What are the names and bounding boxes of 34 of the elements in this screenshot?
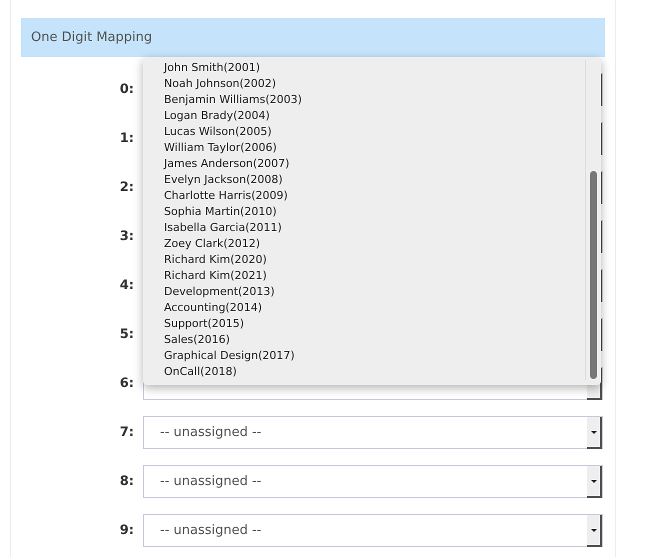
digit-label: 0: — [120, 82, 134, 97]
dropdown-option[interactable]: James Anderson(2007) — [143, 156, 290, 172]
dropdown-option[interactable]: Lucas Wilson(2005) — [143, 124, 272, 140]
dropdown-option[interactable]: Richard Kim(2020) — [143, 252, 267, 268]
dropdown-option[interactable]: Support(2015) — [143, 316, 244, 332]
dropdown-option[interactable]: Graphical Design(2017) — [143, 348, 295, 364]
assignment-select[interactable]: -- unassigned -- — [143, 416, 603, 449]
dropdown-option[interactable]: Sales(2016) — [143, 332, 230, 348]
dropdown-option[interactable]: Zoey Clark(2012) — [143, 236, 260, 252]
dropdown-option[interactable]: Benjamin Williams(2003) — [143, 92, 302, 108]
dropdown-option[interactable]: Evelyn Jackson(2008) — [143, 172, 283, 188]
dropdown-option[interactable]: Development(2013) — [143, 284, 275, 300]
digit-label: 2: — [120, 180, 134, 195]
digit-label: 3: — [120, 229, 134, 244]
dropdown-option[interactable]: Sophia Martin(2010) — [143, 204, 277, 220]
digit-label: 1: — [120, 131, 134, 146]
digit-label: 6: — [120, 376, 134, 391]
dropdown-option[interactable]: Logan Brady(2004) — [143, 108, 270, 124]
dropdown-option[interactable]: Accounting(2014) — [143, 300, 262, 316]
digit-label: 8: — [120, 474, 134, 489]
dropdown-option[interactable]: Richard Kim(2021) — [143, 268, 267, 284]
dropdown-option[interactable]: Noah Johnson(2002) — [143, 76, 276, 92]
assignment-select[interactable]: -- unassigned -- — [143, 514, 603, 547]
dropdown-option[interactable]: John Smith(2001) — [143, 60, 260, 76]
dropdown-option[interactable]: Isabella Garcia(2011) — [143, 220, 282, 236]
digit-label: 4: — [120, 278, 134, 293]
assignment-select[interactable]: -- unassigned -- — [143, 465, 603, 498]
dropdown-option[interactable]: Charlotte Harris(2009) — [143, 188, 288, 204]
digit-label: 9: — [120, 523, 134, 538]
dropdown-option[interactable]: William Taylor(2006) — [143, 140, 277, 156]
digit-label: 7: — [120, 425, 134, 440]
digit-label: 5: — [120, 327, 134, 342]
dropdown-option[interactable]: OnCall(2018) — [143, 364, 237, 380]
panel-header: One Digit Mapping — [21, 18, 605, 57]
